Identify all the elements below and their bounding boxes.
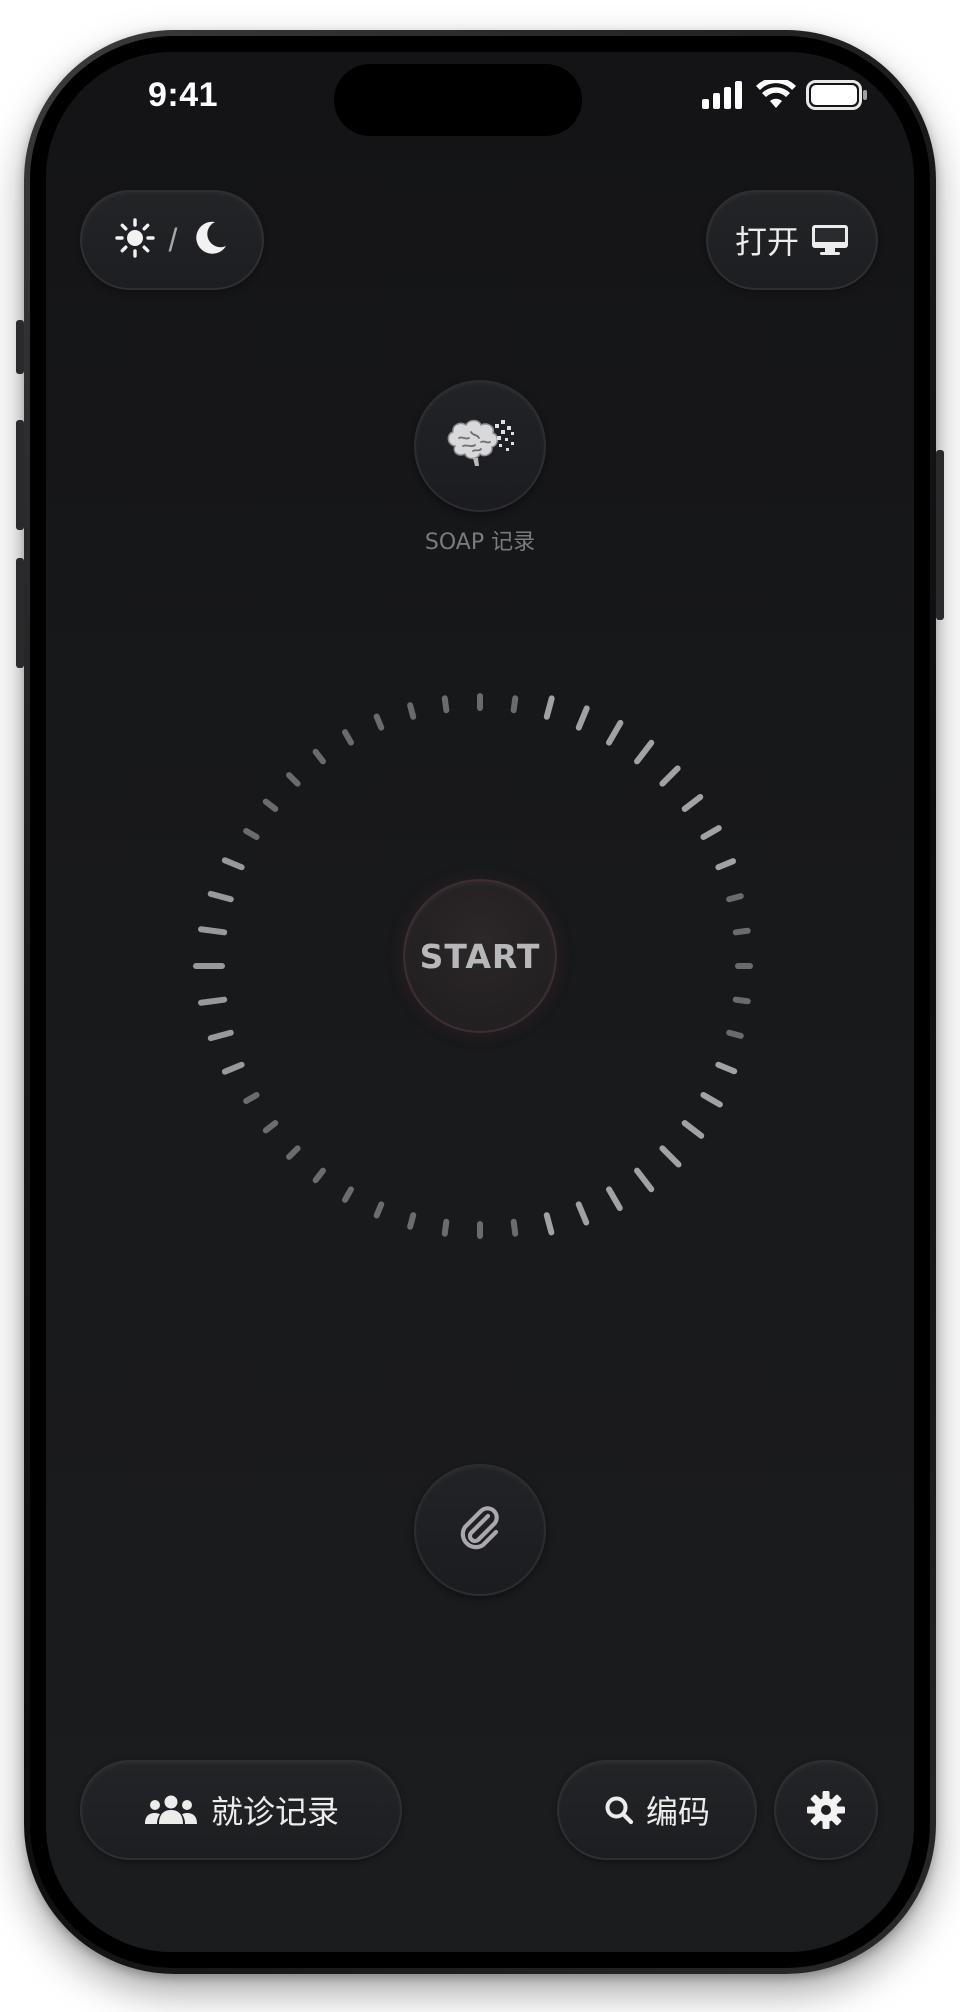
theme-separator: / [168, 221, 178, 258]
dial-tick [634, 1167, 655, 1193]
code-search-button[interactable]: 编码 [557, 1760, 757, 1860]
dial-tick [634, 739, 655, 765]
dial-tick [198, 926, 228, 936]
open-display-label: 打开 [734, 223, 799, 261]
dial-tick [342, 729, 354, 746]
dial-tick [207, 1029, 234, 1042]
soap-record-label: SOAP 记录 [424, 530, 536, 555]
wifi-icon [756, 77, 796, 115]
volume-up-button [16, 420, 24, 530]
dial-tick [207, 890, 234, 903]
dial-tick [659, 765, 681, 787]
dial-tick [510, 1218, 519, 1237]
dial-tick [262, 798, 279, 812]
dial-tick [681, 1120, 705, 1139]
dial-tick [441, 1218, 450, 1237]
dial-tick [543, 695, 555, 720]
dial-tick [700, 825, 722, 840]
dial-tick [606, 1186, 623, 1212]
dial-tick [732, 927, 751, 936]
paperclip-icon [454, 1502, 506, 1559]
settings-button[interactable] [774, 1760, 878, 1860]
status-time: 9:41 [148, 76, 219, 114]
code-search-label: 编码 [645, 1793, 710, 1831]
dynamic-island [334, 64, 582, 136]
search-icon [604, 1795, 634, 1825]
dial-tick [441, 695, 450, 714]
dial-tick [407, 1212, 417, 1230]
dial-tick [606, 719, 624, 746]
dial-tick [732, 996, 751, 1005]
dial-tick [312, 748, 326, 765]
dial-tick [715, 858, 737, 871]
dial-tick [659, 1145, 682, 1168]
power-button [936, 450, 944, 620]
dial-tick [312, 1167, 326, 1184]
brain-icon [443, 418, 517, 475]
dial-tick [286, 1145, 301, 1160]
soap-record-button[interactable] [414, 380, 546, 512]
dial-tick [700, 1092, 723, 1108]
dial-tick [221, 857, 245, 871]
dial-tick [198, 996, 228, 1006]
dial-tick [286, 772, 301, 787]
dial-tick [726, 893, 744, 903]
volume-down-button [16, 558, 24, 668]
users-icon [143, 1794, 199, 1826]
dial-tick [243, 1092, 260, 1104]
dial-tick [373, 1201, 385, 1219]
open-display-button[interactable]: 打开 [706, 190, 878, 290]
dial-tick [726, 1029, 744, 1039]
dial-tick [407, 702, 417, 720]
dial-tick [510, 695, 519, 714]
gear-icon [806, 1790, 846, 1830]
moon-icon [191, 219, 229, 262]
battery-icon [806, 80, 868, 115]
dial-tick [243, 828, 260, 840]
dial-tick [342, 1186, 354, 1203]
dial-tick [221, 1061, 245, 1075]
dial-tick [575, 705, 590, 731]
monitor-icon [811, 224, 849, 256]
signal-icon [702, 81, 746, 114]
status-icons [702, 77, 868, 115]
dial-tick [715, 1061, 738, 1075]
dial-tick [681, 793, 704, 812]
visit-records-button[interactable]: 就诊记录 [80, 1760, 402, 1860]
silent-switch [16, 320, 24, 374]
visit-records-label: 就诊记录 [210, 1793, 339, 1831]
dial-tick [373, 713, 385, 731]
sun-icon [114, 217, 155, 263]
dial-tick [262, 1120, 279, 1134]
dial-tick [575, 1201, 590, 1226]
start-recording-label: START [419, 936, 541, 976]
start-recording-button[interactable]: START [403, 879, 557, 1033]
dial-tick [543, 1212, 555, 1236]
theme-toggle-button[interactable]: / [80, 190, 264, 290]
attachment-button[interactable] [414, 1464, 546, 1596]
